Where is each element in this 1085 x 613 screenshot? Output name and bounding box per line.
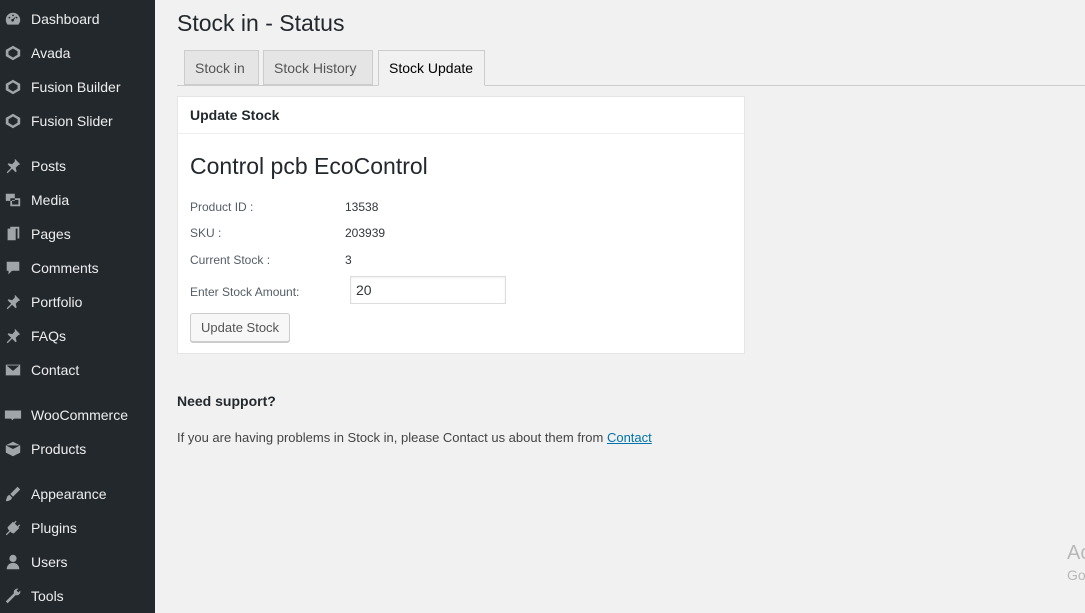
product-name: Control pcb EcoControl: [190, 153, 428, 179]
main-content: Stock in - Status Stock in Stock History…: [155, 0, 1085, 613]
sku-label: SKU :: [190, 226, 222, 240]
sidebar-item-products[interactable]: Products: [0, 432, 155, 466]
support-message: If you are having problems in Stock in, …: [177, 430, 607, 445]
page-title: Stock in - Status: [177, 10, 345, 36]
watermark-line-2: Go: [1067, 567, 1085, 583]
sidebar-item-label: Posts: [31, 158, 67, 174]
watermark-line-1: Ac: [1067, 542, 1085, 564]
update-stock-panel: Update Stock Control pcb EcoControl Prod…: [177, 96, 745, 354]
sidebar-item-label: Tools: [31, 588, 64, 604]
stock-amount-label: Enter Stock Amount:: [190, 285, 300, 299]
sidebar-item-label: Plugins: [31, 520, 77, 536]
sidebar-item-woocommerce[interactable]: WooCommerce: [0, 398, 155, 432]
tab-stock-update[interactable]: Stock Update: [378, 50, 485, 86]
media-icon: [3, 190, 23, 210]
sidebar-item-faqs[interactable]: FAQs: [0, 319, 155, 353]
sidebar-item-label: Dashboard: [31, 11, 100, 27]
sidebar-item-label: Fusion Builder: [31, 79, 121, 95]
sidebar-item-posts[interactable]: Posts: [0, 149, 155, 183]
sku-value: 203939: [345, 226, 386, 240]
tab-divider: [177, 85, 1085, 86]
plug-icon: [3, 518, 23, 538]
support-title: Need support?: [177, 393, 276, 409]
sidebar-item-media[interactable]: Media: [0, 183, 155, 217]
woocommerce-icon: [3, 405, 23, 425]
current-stock-value: 3: [345, 253, 352, 267]
user-icon: [3, 552, 23, 572]
sidebar-item-label: FAQs: [31, 328, 67, 344]
sidebar-item-pages[interactable]: Pages: [0, 217, 155, 251]
activation-watermark: Ac Go: [1067, 542, 1085, 583]
brush-icon: [3, 484, 23, 504]
tab-stock-in[interactable]: Stock in: [184, 50, 259, 85]
wrench-icon: [3, 586, 23, 606]
pin-icon: [3, 326, 23, 346]
sidebar-item-label: WooCommerce: [31, 407, 128, 423]
pages-icon: [3, 224, 23, 244]
sidebar-item-label: Avada: [31, 45, 71, 61]
box-icon: [3, 439, 23, 459]
fusion-builder-icon: [3, 77, 23, 97]
product-id-value: 13538: [345, 200, 379, 214]
sidebar-item-appearance[interactable]: Appearance: [0, 477, 155, 511]
fusion-slider-icon: [3, 111, 23, 131]
stock-amount-input[interactable]: [350, 276, 506, 304]
sidebar-item-fusion-builder[interactable]: Fusion Builder: [0, 70, 155, 104]
sidebar-item-label: Portfolio: [31, 294, 83, 310]
sidebar-item-fusion-slider[interactable]: Fusion Slider: [0, 104, 155, 138]
mail-icon: [3, 360, 23, 380]
product-id-label: Product ID :: [190, 200, 254, 214]
sidebar-item-users[interactable]: Users: [0, 545, 155, 579]
pin-icon: [3, 292, 23, 312]
sidebar-item-dashboard[interactable]: Dashboard: [0, 2, 155, 36]
panel-header: Update Stock: [178, 97, 744, 134]
sidebar-item-plugins[interactable]: Plugins: [0, 511, 155, 545]
sidebar-item-label: Contact: [31, 362, 80, 378]
sidebar-item-label: Appearance: [31, 486, 107, 502]
sidebar-item-label: Comments: [31, 260, 99, 276]
dashboard-icon: [3, 9, 23, 29]
pin-icon: [3, 156, 23, 176]
tab-stock-history[interactable]: Stock History: [263, 50, 373, 85]
admin-sidebar: Dashboard Avada Fusion Builder Fusion Sl…: [0, 0, 155, 613]
sidebar-item-contact[interactable]: Contact: [0, 353, 155, 387]
comment-icon: [3, 258, 23, 278]
avada-icon: [3, 43, 23, 63]
sidebar-item-label: Products: [31, 441, 87, 457]
support-text: If you are having problems in Stock in, …: [177, 430, 652, 445]
sidebar-item-portfolio[interactable]: Portfolio: [0, 285, 155, 319]
sidebar-item-avada[interactable]: Avada: [0, 36, 155, 70]
sidebar-item-label: Pages: [31, 226, 71, 242]
sidebar-item-label: Users: [31, 554, 68, 570]
sidebar-item-tools[interactable]: Tools: [0, 579, 155, 613]
sidebar-item-label: Fusion Slider: [31, 113, 113, 129]
sidebar-item-comments[interactable]: Comments: [0, 251, 155, 285]
contact-link[interactable]: Contact: [607, 430, 652, 445]
sidebar-item-label: Media: [31, 192, 70, 208]
current-stock-label: Current Stock :: [190, 253, 271, 267]
update-stock-button[interactable]: Update Stock: [190, 313, 291, 342]
